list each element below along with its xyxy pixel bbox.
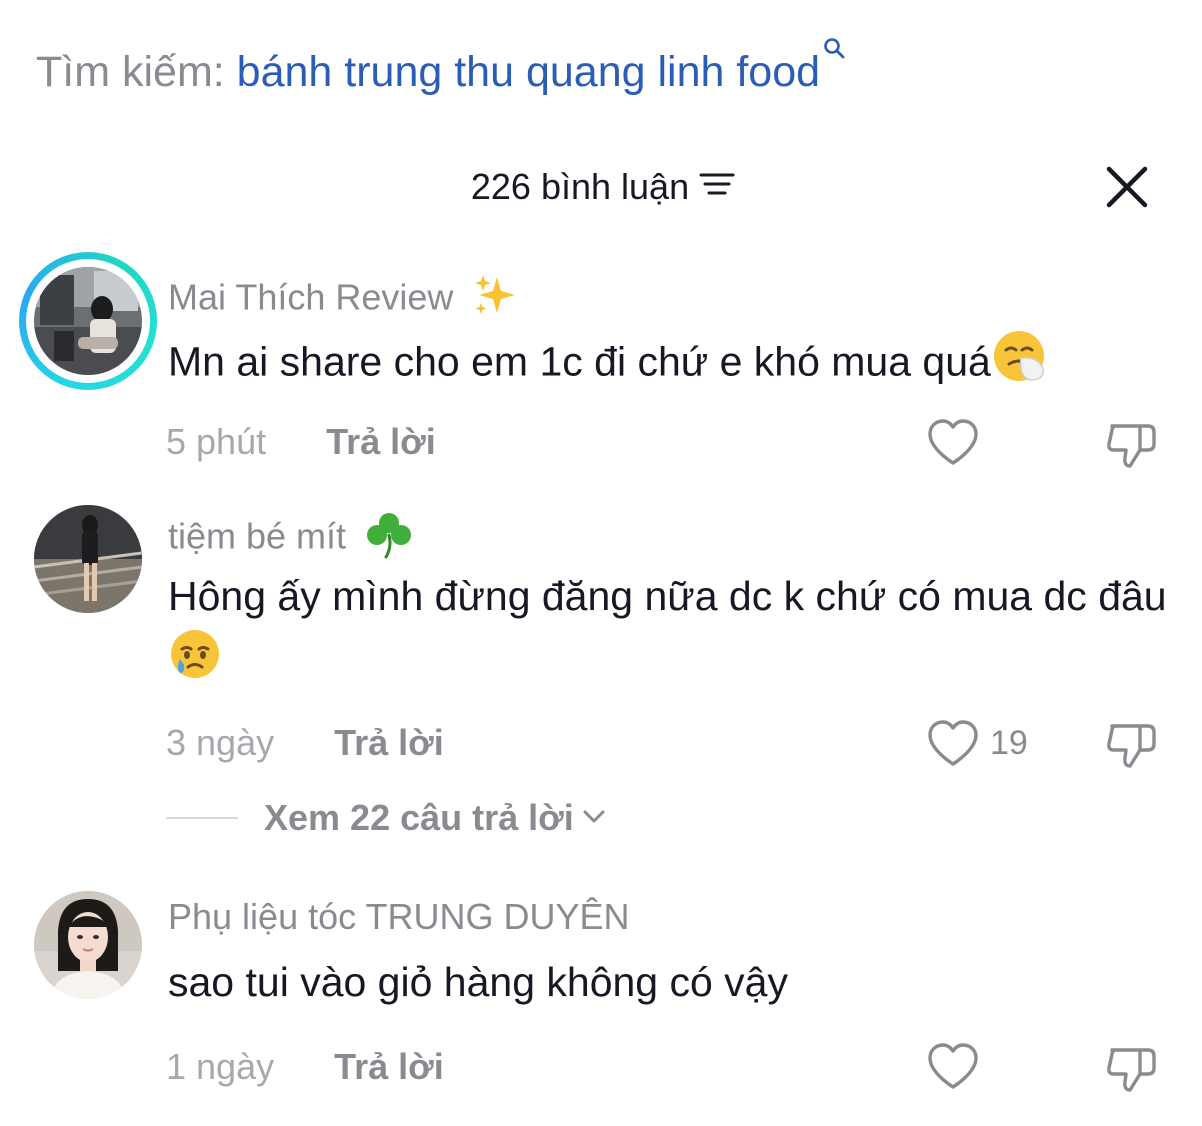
avatar[interactable] xyxy=(34,891,142,999)
like-button[interactable] xyxy=(926,719,980,769)
thumbs-down-icon xyxy=(1107,1048,1156,1092)
comment-username[interactable]: Mai Thích Review xyxy=(168,271,519,329)
thumbs-down-icon xyxy=(1107,724,1156,768)
view-replies-button[interactable]: Xem 22 câu trả lời xyxy=(166,796,606,840)
comments-sheet: Tìm kiếm: bánh trung thu quang linh food… xyxy=(0,0,1202,1126)
close-icon xyxy=(1106,166,1148,208)
reply-button[interactable]: Trả lời xyxy=(334,722,444,763)
comment-text: Mn ai share cho em 1c đi chứ e khó mua q… xyxy=(168,328,1168,401)
dislike-button[interactable] xyxy=(1104,1040,1160,1096)
thumbs-down-icon xyxy=(1107,424,1156,468)
like-button[interactable] xyxy=(926,418,980,468)
heart-icon xyxy=(928,720,978,766)
comment-username[interactable]: Phụ liệu tóc TRUNG DUYÊN xyxy=(168,895,629,939)
comment-meta: 3 ngày Trả lời xyxy=(166,721,444,765)
sad-but-relieved-face-emoji xyxy=(168,627,222,698)
sort-filter-icon[interactable] xyxy=(699,164,737,210)
comment-count-title: 226 bình luận xyxy=(470,166,690,207)
chevron-down-icon xyxy=(582,806,606,831)
avatar xyxy=(34,267,142,375)
like-count: 19 xyxy=(990,724,1028,762)
avatar[interactable] xyxy=(34,505,142,613)
search-icon[interactable] xyxy=(822,18,846,74)
avatar-story-ring[interactable] xyxy=(19,252,157,390)
like-button[interactable] xyxy=(926,1042,980,1092)
search-suggestion-banner[interactable]: Tìm kiếm: bánh trung thu quang linh food xyxy=(36,38,846,100)
comment-time: 3 ngày xyxy=(166,722,275,763)
dislike-button[interactable] xyxy=(1104,416,1160,472)
close-button[interactable] xyxy=(1100,160,1154,214)
reply-button[interactable]: Trả lời xyxy=(326,421,436,462)
heart-icon xyxy=(928,419,978,465)
dislike-button[interactable] xyxy=(1104,716,1160,772)
replies-divider xyxy=(166,817,238,819)
comments-header: 226 bình luận xyxy=(0,164,1202,210)
shamrock-emoji xyxy=(362,509,416,569)
comment-text: Hông ấy mình đừng đăng nữa dc k chứ có m… xyxy=(168,565,1168,698)
comment-username[interactable]: tiệm bé mít xyxy=(168,509,416,569)
heart-icon xyxy=(928,1043,978,1089)
search-query-link[interactable]: bánh trung thu quang linh food xyxy=(237,48,820,96)
comment-text: sao tui vào giỏ hàng không có vậy xyxy=(168,959,788,1005)
comment-meta: 1 ngày Trả lời xyxy=(166,1045,444,1089)
comment-meta: 5 phút Trả lời xyxy=(166,420,436,464)
sneezing-face-emoji xyxy=(991,328,1047,401)
search-prefix-label: Tìm kiếm: xyxy=(36,48,237,96)
comment-time: 5 phút xyxy=(166,421,267,462)
view-replies-label: Xem 22 câu trả lời xyxy=(264,797,574,838)
sparkles-emoji xyxy=(471,271,519,329)
reply-button[interactable]: Trả lời xyxy=(334,1046,444,1087)
comment-time: 1 ngày xyxy=(166,1046,275,1087)
